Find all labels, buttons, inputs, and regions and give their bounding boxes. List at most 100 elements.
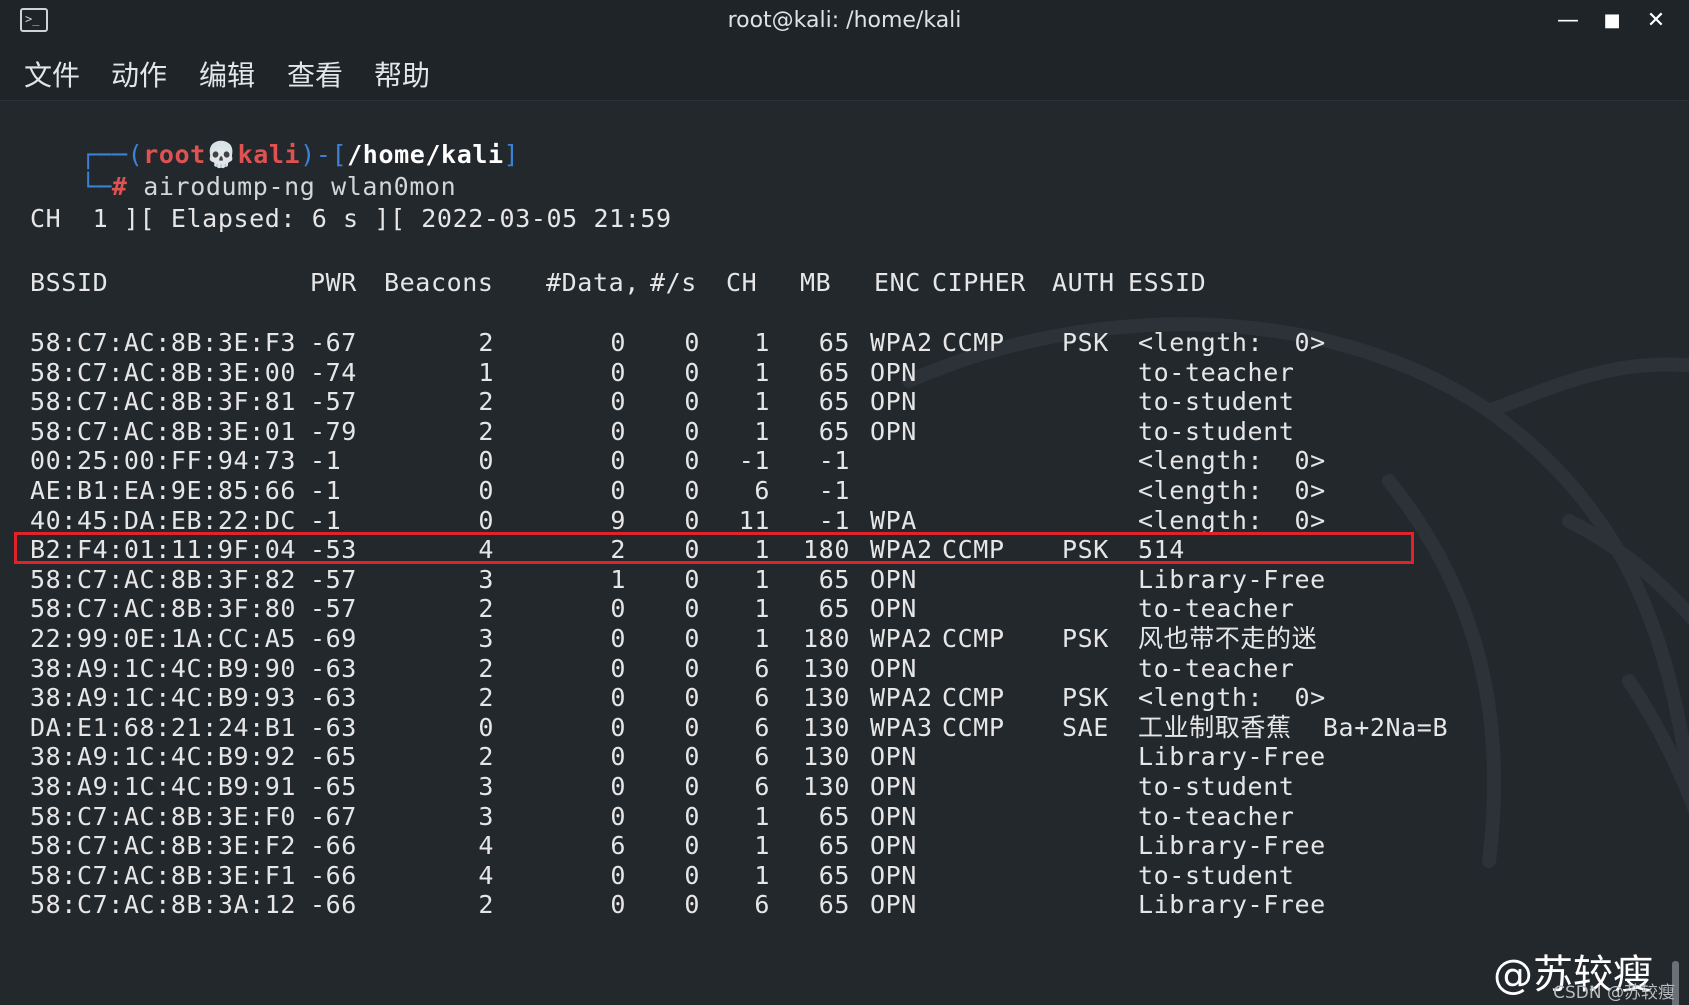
menu-file[interactable]: 文件 [24,54,80,94]
cell-pwr: -57 [310,564,357,594]
cell-per-second: 0 [684,683,700,713]
cell-auth: PSK [1062,683,1109,713]
cell-enc: OPN [870,653,917,683]
menu-action[interactable]: 动作 [111,54,167,94]
cell-data: 6 [610,831,626,861]
cell-beacons: 2 [478,653,494,683]
cell-mb: 180 [803,624,850,653]
close-icon[interactable]: ✕ [1641,6,1671,36]
cell-bssid: 38:A9:1C:4C:B9:90 [30,653,297,683]
cell-enc: OPN [870,831,917,861]
cell-pwr: -63 [310,683,357,713]
cell-essid: to-student [1138,772,1295,801]
cell-auth: SAE [1062,712,1109,742]
cell-bssid: DA:E1:68:21:24:B1 [30,712,297,742]
cell-bssid: 58:C7:AC:8B:3E:00 [30,357,297,387]
cell-per-second: 0 [684,831,700,861]
prompt-line: ┌──(root💀kali)-[/home/kali] [18,107,519,169]
cell-beacons: 2 [478,416,494,446]
cell-mb: 65 [818,890,850,920]
terminal-output[interactable]: ┌──(root💀kali)-[/home/kali] └─# airodump… [0,101,1689,1005]
cell-data: 0 [610,801,626,831]
watermark-small: CSDN @苏较瘦 [1553,983,1675,1003]
cell-bssid: 58:C7:AC:8B:3F:82 [30,564,297,594]
cell-per-second: 0 [684,890,700,920]
cell-beacons: 0 [478,446,494,476]
cell-per-second: 0 [684,357,700,387]
cell-per-second: 0 [684,624,700,653]
title-bar: >_ root@kali: /home/kali — ■ ✕ [0,0,1689,42]
cell-essid: to-student [1138,416,1295,446]
table-row: 58:C7:AC:8B:3F:80 -57 2 0 0 1 65 OPN to-teacher [30,593,1630,625]
highlight-box [14,532,1414,565]
minimize-icon[interactable]: — [1553,6,1583,36]
cell-bssid: AE:B1:EA:9E:85:66 [30,476,297,505]
menu-help[interactable]: 帮助 [374,54,430,94]
column-header: BSSID [30,268,109,297]
cell-data: 0 [610,624,626,653]
maximize-icon[interactable]: ■ [1597,6,1627,36]
cell-essid: Library-Free [1138,831,1326,861]
cell-channel: 1 [754,328,770,357]
cell-data: 0 [610,772,626,801]
cell-essid: to-teacher [1138,653,1295,683]
cell-channel: 6 [754,772,770,801]
cell-mb: 65 [818,357,850,387]
table-row: 58:C7:AC:8B:3E:01 -79 2 0 0 1 65 OPN to-student [30,416,1630,448]
cell-data: 0 [610,890,626,920]
cell-bssid: 38:A9:1C:4C:B9:91 [30,772,297,801]
menu-view[interactable]: 查看 [287,54,343,94]
table-row: 38:A9:1C:4C:B9:92 -65 2 0 0 6 130 OPN Library-Fr… [30,741,1630,773]
cell-enc: OPN [870,890,917,920]
cell-channel: 1 [754,801,770,831]
table-row: 58:C7:AC:8B:3E:F1 -66 4 0 0 1 65 OPN to-student [30,860,1630,892]
table-row: AE:B1:EA:9E:85:66 -1 0 0 0 6 -1 <length: 0> [30,475,1630,507]
cell-essid: to-teacher [1138,594,1295,624]
cell-channel: 1 [754,831,770,861]
cell-mb: 65 [818,831,850,861]
cell-essid: to-teacher [1138,357,1295,387]
cell-essid: Library-Free [1138,890,1326,920]
cell-data: 0 [610,357,626,387]
cell-data: 0 [610,683,626,713]
menu-edit[interactable]: 编辑 [199,54,255,94]
window-title: root@kali: /home/kali [727,8,962,33]
cell-essid: <length: 0> [1138,328,1326,357]
cell-pwr: -67 [310,328,357,357]
cell-cipher: CCMP [942,712,1005,742]
cell-bssid: 58:C7:AC:8B:3F:81 [30,387,297,417]
cell-bssid: 38:A9:1C:4C:B9:93 [30,683,297,713]
cell-enc: WPA2 [870,683,933,713]
cell-mb: 65 [818,387,850,417]
prompt-corner: └─ [80,172,112,201]
cell-beacons: 2 [478,387,494,417]
table-row: 00:25:00:FF:94:73 -1 0 0 0 -1 -1 <length: 0> [30,445,1630,477]
cell-mb: 65 [818,594,850,624]
column-header: MB [800,268,832,297]
cell-enc: OPN [870,772,917,801]
cell-mb: 65 [818,328,850,357]
cell-mb: 130 [803,683,850,713]
cell-pwr: -67 [310,801,357,831]
menu-bar: 文件 动作 编辑 查看 帮助 [0,42,1689,101]
column-header: CIPHER [932,268,1026,297]
cell-per-second: 0 [684,387,700,417]
table-row: 38:A9:1C:4C:B9:93 -63 2 0 0 6 130 WPA2 CCMP PSK <l… [30,682,1630,714]
cell-enc: OPN [870,387,917,417]
column-header: Beacons [384,268,494,297]
cell-beacons: 3 [478,772,494,801]
cell-essid: to-student [1138,387,1295,417]
cell-essid: to-student [1138,860,1295,890]
status-line: CH 1 ][ Elapsed: 6 s ][ 2022-03-05 21:59 [30,204,672,233]
column-header: CH [726,268,758,297]
cell-enc: OPN [870,801,917,831]
table-row: 58:C7:AC:8B:3F:81 -57 2 0 0 1 65 OPN to-student [30,386,1630,418]
cell-data: 0 [610,860,626,890]
cell-essid: <length: 0> [1138,476,1326,505]
cell-per-second: 0 [684,446,700,476]
cell-beacons: 4 [478,860,494,890]
cell-per-second: 0 [684,712,700,742]
cell-enc: OPN [870,564,917,594]
cell-beacons: 3 [478,801,494,831]
table-row: DA:E1:68:21:24:B1 -63 0 0 0 6 130 WPA3 CCMP SAE 工业… [30,712,1630,744]
